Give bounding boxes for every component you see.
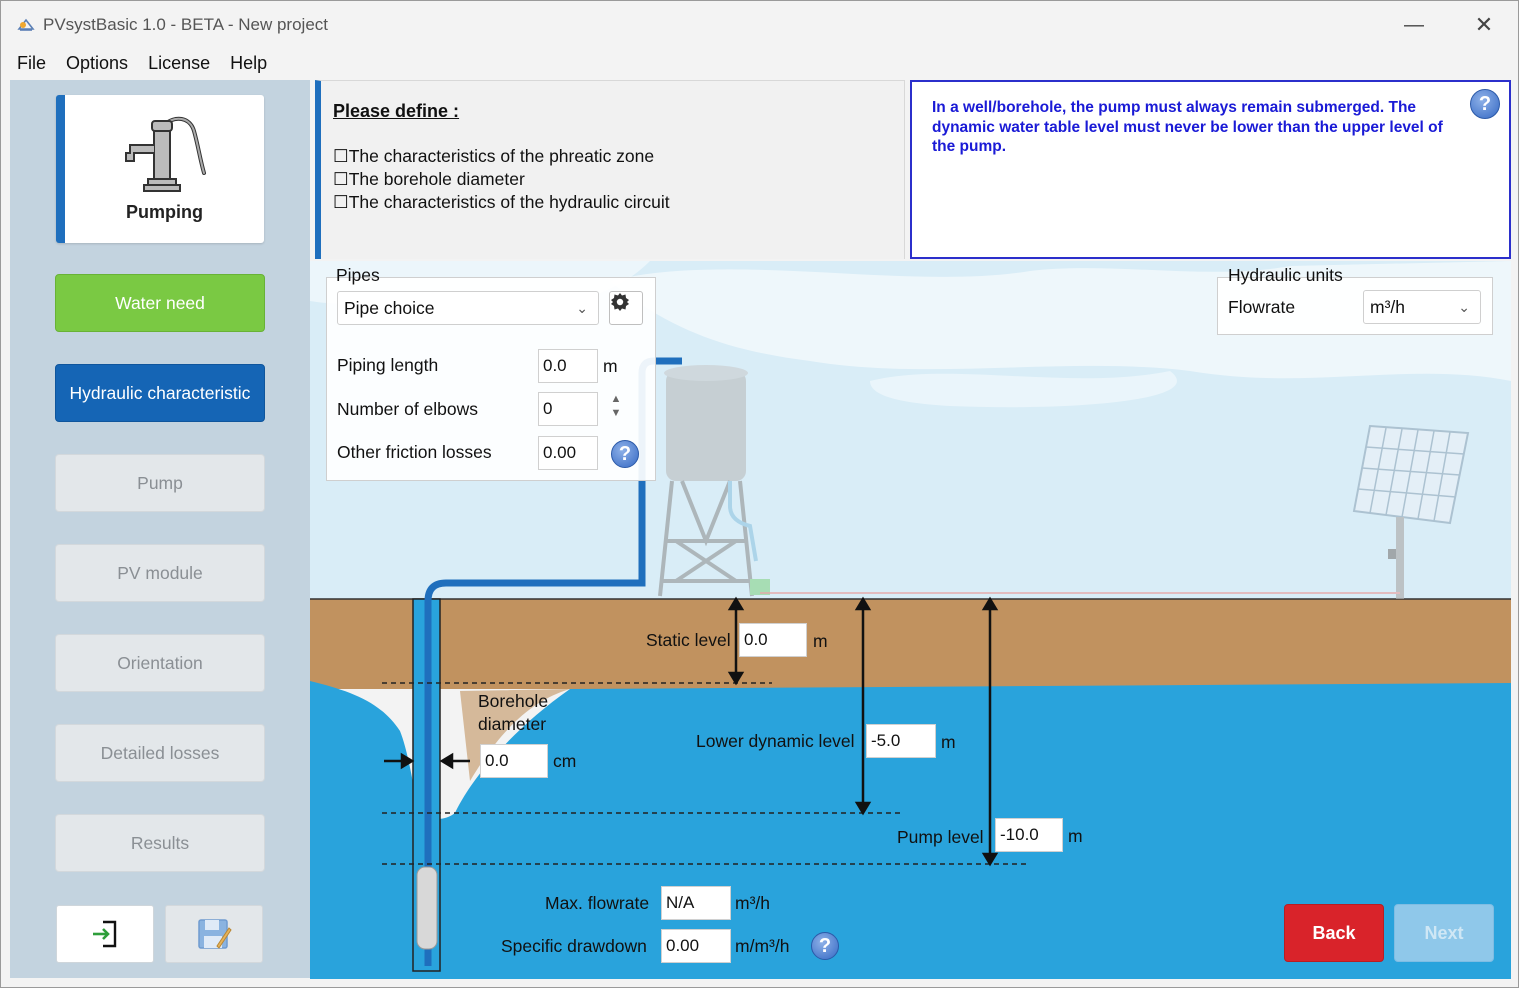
define-panel: Please define : The characteristics of t…: [315, 80, 905, 259]
dynamic-level-label: Lower dynamic level: [696, 731, 855, 751]
nav-pv-module-button[interactable]: PV module: [55, 544, 265, 602]
menu-help[interactable]: Help: [220, 49, 277, 77]
flowrate-unit-value: m³/h: [1370, 297, 1405, 317]
define-item-borehole-diameter: The borehole diameter: [333, 168, 670, 191]
chevron-down-icon: ⌄: [1458, 299, 1470, 315]
nav-pump-button[interactable]: Pump: [55, 454, 265, 512]
piping-length-unit: m: [603, 356, 618, 376]
elbows-input[interactable]: 0: [538, 392, 598, 426]
spinner-down-icon[interactable]: ▼: [607, 406, 625, 420]
pump-level-unit: m: [1068, 826, 1083, 846]
title-bar: PVsystBasic 1.0 - BETA - New project — ✕: [1, 1, 1518, 47]
exit-icon: [93, 920, 117, 948]
max-flowrate-label: Max. flowrate: [545, 893, 650, 913]
friction-losses-label: Other friction losses: [337, 442, 492, 462]
close-button[interactable]: ✕: [1461, 9, 1507, 41]
flowrate-unit-select[interactable]: m³/h ⌄: [1363, 290, 1481, 324]
max-flowrate-value: N/A: [661, 886, 731, 920]
elbows-label: Number of elbows: [337, 399, 479, 419]
hydraulic-units-legend: Hydraulic units: [1228, 265, 1343, 285]
menu-license[interactable]: License: [138, 49, 220, 77]
nav-results-button[interactable]: Results: [55, 814, 265, 872]
pump-level-input[interactable]: -10.0: [995, 818, 1063, 852]
nav-detailed-losses-button[interactable]: Detailed losses: [55, 724, 265, 782]
static-level-input[interactable]: 0.0: [739, 623, 807, 657]
borehole-label-line2: diameter: [478, 714, 547, 734]
nav-hydraulic-characteristic-button[interactable]: Hydraulic characteristic: [55, 364, 265, 422]
nav-orientation-button[interactable]: Orientation: [55, 634, 265, 692]
next-button[interactable]: Next: [1394, 904, 1494, 962]
menu-file[interactable]: File: [1, 49, 56, 77]
tip-panel: In a well/borehole, the pump must always…: [910, 80, 1511, 259]
piping-length-input[interactable]: 0.0: [538, 349, 598, 383]
save-button[interactable]: [165, 905, 263, 963]
pipe-choice-value: Pipe choice: [344, 298, 435, 318]
borehole-diameter-input[interactable]: 0.0: [480, 744, 548, 778]
static-level-unit: m: [813, 631, 828, 651]
app-window: PVsystBasic 1.0 - BETA - New project — ✕…: [0, 0, 1519, 988]
drawdown-help-icon[interactable]: ?: [811, 932, 839, 960]
flowrate-label: Flowrate: [1228, 297, 1296, 317]
menu-bar: File Options License Help: [1, 49, 1518, 77]
tip-text: In a well/borehole, the pump must always…: [932, 99, 1443, 155]
borehole-scene: Pipes Pipe choice ⌄ Piping length 0.0 m …: [310, 261, 1511, 979]
dynamic-level-input[interactable]: -5.0: [866, 724, 936, 758]
spinner-up-icon[interactable]: ▲: [607, 392, 625, 406]
current-step-card: Pumping: [56, 95, 264, 243]
window-title: PVsystBasic 1.0 - BETA - New project: [43, 15, 328, 34]
friction-help-icon[interactable]: ?: [611, 440, 639, 468]
chevron-down-icon: ⌄: [576, 300, 588, 316]
gear-icon: [611, 293, 629, 311]
friction-losses-input[interactable]: 0.00: [538, 436, 598, 470]
specific-drawdown-label: Specific drawdown: [501, 936, 647, 956]
define-item-hydraulic-circuit: The characteristics of the hydraulic cir…: [333, 191, 670, 214]
pipe-settings-button[interactable]: [609, 291, 643, 325]
borehole-diameter-unit: cm: [553, 751, 577, 771]
specific-drawdown-value: 0.00: [661, 929, 731, 963]
minimize-button[interactable]: —: [1391, 9, 1437, 41]
define-title: Please define :: [333, 101, 460, 121]
nav-water-need-button[interactable]: Water need: [55, 274, 265, 332]
define-checklist: The characteristics of the phreatic zone…: [333, 145, 670, 214]
pipe-choice-select[interactable]: Pipe choice ⌄: [337, 291, 599, 325]
max-flowrate-unit: m³/h: [735, 893, 770, 913]
tip-help-icon[interactable]: ?: [1470, 89, 1500, 119]
specific-drawdown-unit: m/m³/h: [735, 936, 790, 956]
exit-button[interactable]: [56, 905, 154, 963]
dynamic-level-unit: m: [941, 732, 956, 752]
pump-level-label: Pump level: [897, 827, 984, 847]
define-item-phreatic-zone: The characteristics of the phreatic zone: [333, 145, 670, 168]
static-level-label: Static level: [646, 630, 731, 650]
borehole-label-line1: Borehole: [478, 691, 549, 711]
back-button[interactable]: Back: [1284, 904, 1384, 962]
app-logo-icon: [17, 18, 35, 31]
elbows-spinner[interactable]: ▲ ▼: [607, 392, 625, 426]
water-pump-icon: [125, 116, 206, 192]
save-icon: [198, 919, 232, 949]
menu-options[interactable]: Options: [56, 49, 138, 77]
piping-length-label: Piping length: [337, 355, 439, 375]
pipes-legend: Pipes: [336, 265, 380, 285]
current-step-label: Pumping: [126, 202, 203, 222]
sidebar: Pumping Water need Hydraulic characteris…: [10, 80, 310, 978]
